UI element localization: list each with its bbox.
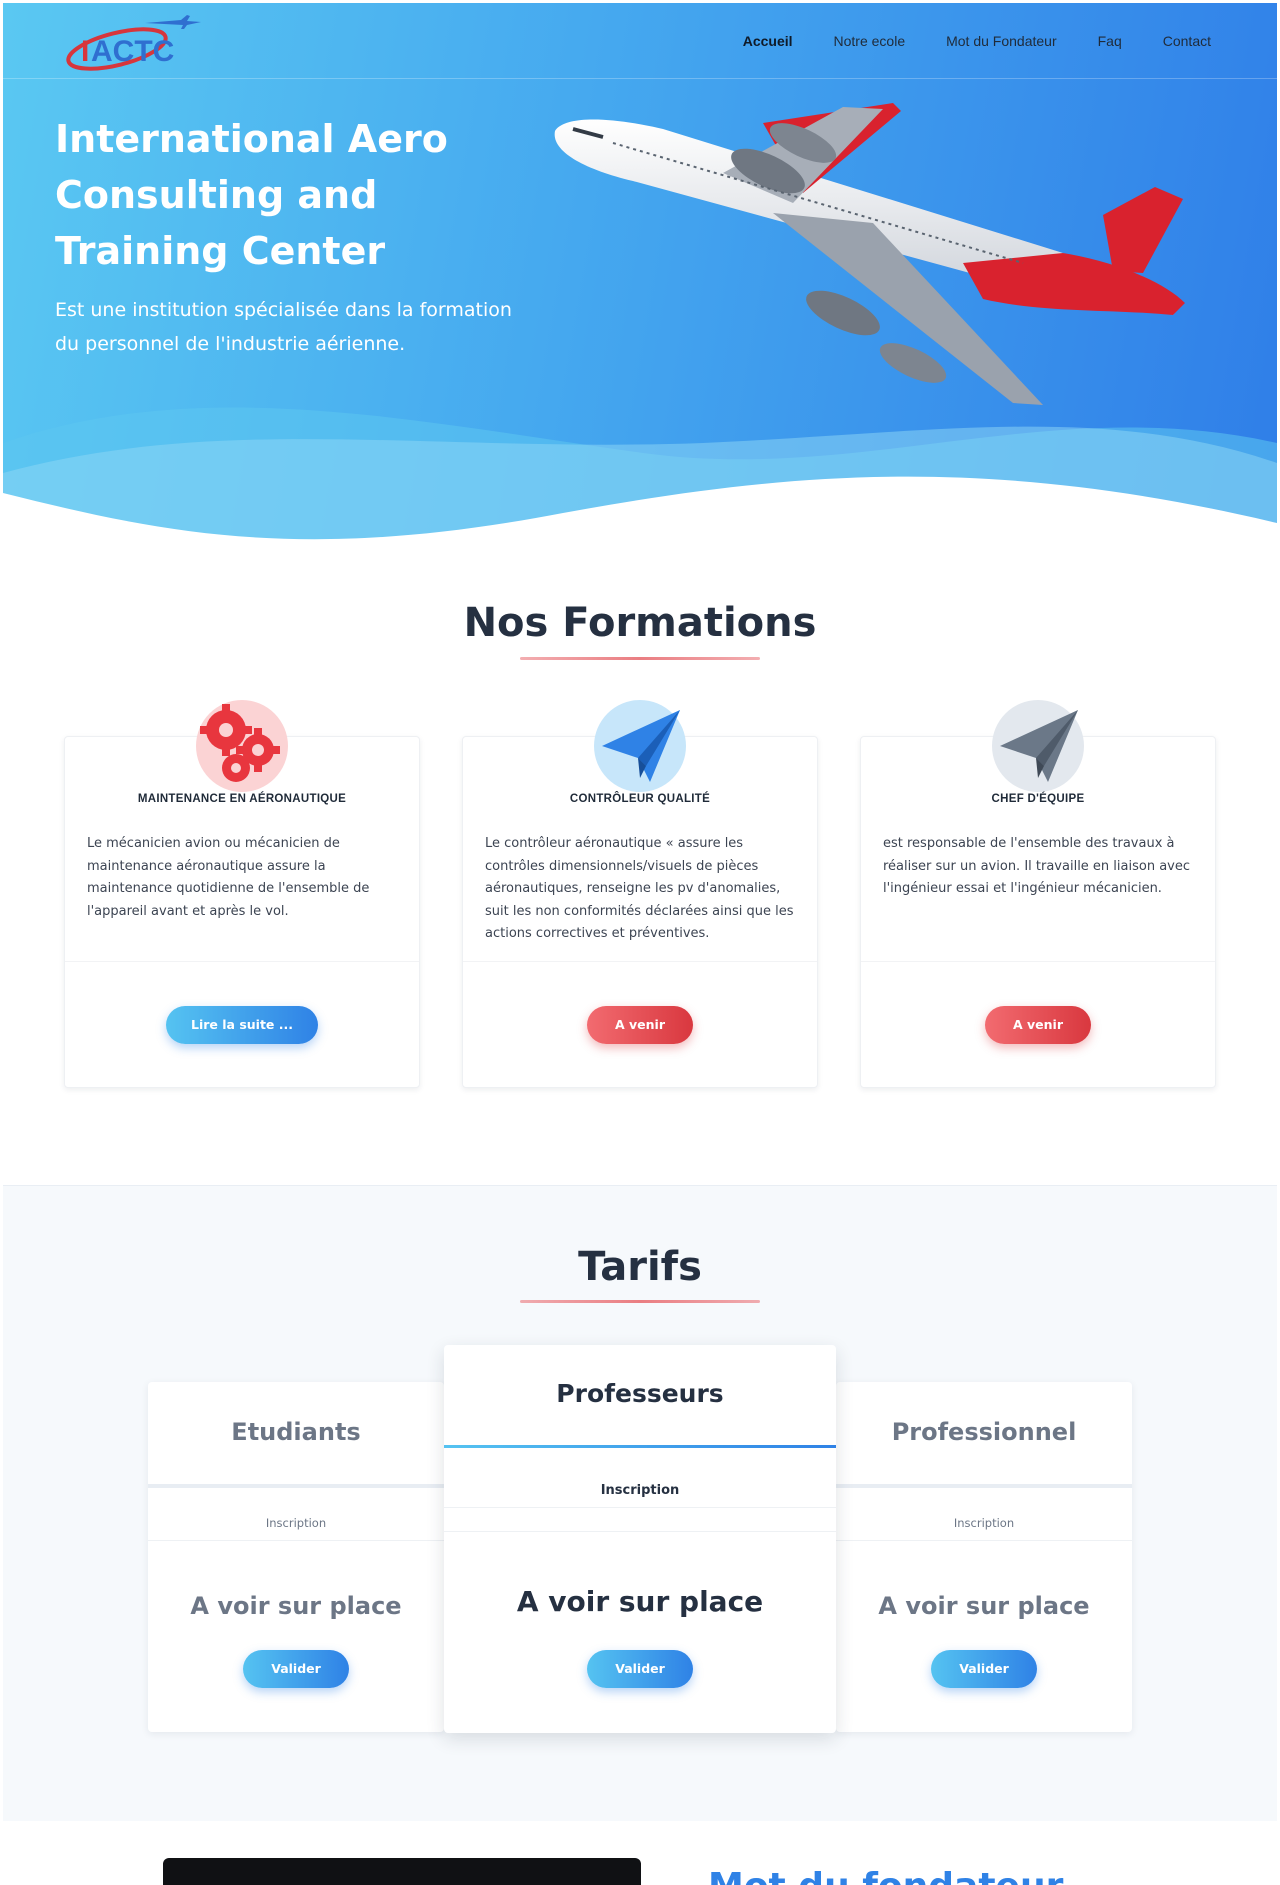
formation-card-title: CONTRÔLEUR QUALITÉ	[569, 793, 711, 805]
paper-plane-icon	[594, 700, 686, 792]
pricing-plan-separator	[836, 1540, 1132, 1541]
airplane-image	[554, 103, 1185, 405]
nav-item-contact[interactable]: Contact	[1163, 33, 1211, 49]
a-venir-button[interactable]: A venir	[985, 1006, 1091, 1044]
pricing-plan-name: Professionnel	[891, 1418, 1077, 1446]
hero-section: I ACTC Accueil Notre ecole Mot du Fondat…	[3, 3, 1277, 555]
hero-title: International Aero Consulting and Traini…	[55, 117, 448, 273]
formation-card-title: MAINTENANCE EN AÉRONAUTIQUE	[137, 793, 347, 805]
pricing-plan-separator	[148, 1540, 444, 1541]
pricing-plan-price: A voir sur place	[190, 1592, 402, 1620]
a-venir-button[interactable]: A venir	[587, 1006, 693, 1044]
lire-la-suite-button[interactable]: Lire la suite ...	[166, 1006, 318, 1044]
pricing-plan-separator	[444, 1507, 836, 1508]
pricing-plan-subtitle: Inscription	[265, 1516, 327, 1530]
founder-title: Mot du fondateur	[708, 1866, 1063, 1885]
pricing-plan-subtitle: Inscription	[600, 1483, 680, 1498]
tarifs-title-underline	[520, 1300, 760, 1303]
formation-card-text: Le mécanicien avion ou mécanicien de mai…	[87, 836, 370, 919]
formations-title-underline	[520, 657, 760, 660]
formation-card-text: est responsable de l'ensemble des travau…	[883, 836, 1191, 896]
svg-text:ACTC: ACTC	[91, 35, 174, 68]
card-divider	[861, 961, 1215, 962]
nav-links: Accueil Notre ecole Mot du Fondateur Faq…	[743, 33, 1211, 49]
card-divider	[65, 961, 419, 962]
page: I ACTC Accueil Notre ecole Mot du Fondat…	[0, 0, 1280, 1885]
nav-item-faq[interactable]: Faq	[1098, 33, 1122, 49]
nav-item-mot-du-fondateur[interactable]: Mot du Fondateur	[946, 33, 1057, 49]
tarifs-title: Tarifs	[578, 1244, 702, 1290]
pricing-plan-subtitle: Inscription	[953, 1516, 1015, 1530]
pricing-plan-separator	[444, 1531, 836, 1532]
iactc-logo[interactable]: I ACTC	[59, 13, 209, 75]
pricing-plan-price: A voir sur place	[516, 1585, 764, 1618]
pricing-plan-name: Etudiants	[231, 1418, 361, 1446]
valider-button[interactable]: Valider	[587, 1650, 693, 1688]
pricing-plan-name: Professeurs	[556, 1379, 724, 1408]
svg-text:I: I	[81, 35, 89, 68]
hero-wave-decoration	[3, 407, 1277, 555]
paper-plane-icon	[992, 700, 1084, 792]
pricing-plan-divider	[836, 1484, 1132, 1488]
top-navbar: I ACTC Accueil Notre ecole Mot du Fondat…	[3, 3, 1277, 79]
pricing-plan-divider	[148, 1484, 444, 1488]
nav-item-accueil[interactable]: Accueil	[743, 33, 793, 49]
card-divider	[463, 961, 817, 962]
formation-card-text: Le contrôleur aéronautique « assure les …	[485, 836, 794, 941]
valider-button[interactable]: Valider	[931, 1650, 1037, 1688]
founder-video[interactable]	[163, 1858, 641, 1885]
nav-item-notre-ecole[interactable]: Notre ecole	[834, 33, 906, 49]
formation-card-title: CHEF D'ÉQUIPE	[991, 793, 1085, 805]
hero-subtitle: Est une institution spécialisée dans la …	[55, 299, 512, 355]
pricing-plan-divider	[444, 1445, 836, 1448]
valider-button[interactable]: Valider	[243, 1650, 349, 1688]
gears-icon	[196, 700, 288, 792]
formations-title: Nos Formations	[463, 600, 817, 646]
pricing-plan-price: A voir sur place	[878, 1592, 1090, 1620]
